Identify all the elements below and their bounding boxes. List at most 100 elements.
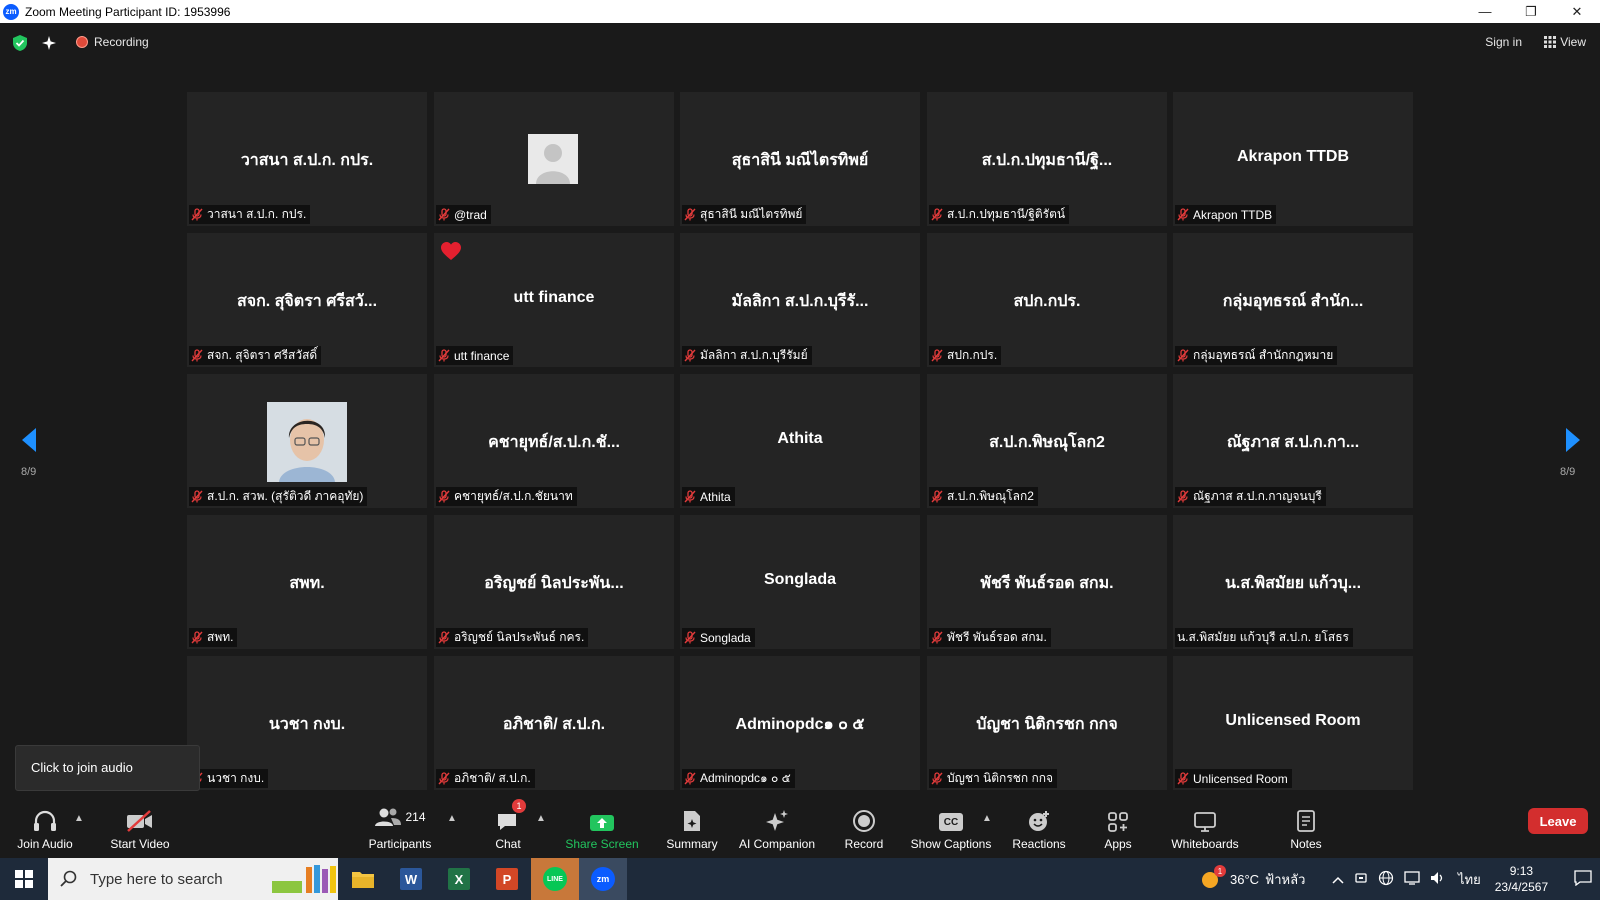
chat-icon: 1 xyxy=(495,799,526,833)
participant-tile[interactable]: Akrapon TTDB Akrapon TTDB xyxy=(1173,92,1413,226)
microphone-muted-icon xyxy=(438,631,450,644)
participant-display-name: สุธาสินี มณีไตรทิพย์ xyxy=(731,152,869,169)
participant-tile[interactable]: สุธาสินี มณีไตรทิพย์ สุธาสินี มณีไตรทิพย์ xyxy=(680,92,920,226)
clock[interactable]: 9:13 23/4/2567 xyxy=(1495,863,1548,895)
participant-tile[interactable]: ส.ป.ก.ปทุมธานี/ฐิ... ส.ป.ก.ปทุมธานี/ฐิติร… xyxy=(927,92,1167,226)
participant-name: สุธาสินี มณีไตรทิพย์ xyxy=(700,207,803,221)
summary-button[interactable]: Summary xyxy=(662,799,722,858)
windows-start-button[interactable] xyxy=(0,858,48,900)
chat-options-caret-icon[interactable]: ▲ xyxy=(536,813,546,824)
recording-label: Recording xyxy=(94,35,149,49)
microphone-muted-icon xyxy=(191,490,203,503)
microphone-muted-icon xyxy=(684,772,696,785)
close-button[interactable]: ✕ xyxy=(1554,0,1600,23)
participant-tile[interactable]: นวชา กงบ. นวชา กงบ. xyxy=(187,656,427,790)
show-captions-button[interactable]: CC Show Captions xyxy=(909,799,993,858)
captions-options-caret-icon[interactable]: ▲ xyxy=(982,813,992,824)
notifications-icon[interactable] xyxy=(1574,869,1592,889)
recording-indicator[interactable]: Recording xyxy=(76,35,149,49)
page-indicator-right: 8/9 xyxy=(1560,466,1576,478)
sign-in-button[interactable]: Sign in xyxy=(1485,35,1522,49)
minimize-button[interactable]: — xyxy=(1462,0,1508,23)
volume-icon[interactable] xyxy=(1430,871,1446,888)
line-icon: LINE xyxy=(543,867,567,891)
participant-tile[interactable]: @trad xyxy=(434,92,674,226)
reactions-button[interactable]: Reactions xyxy=(1010,799,1068,858)
participant-name-label: สพท. xyxy=(189,628,238,647)
participant-name-label: อภิชาติ/ ส.ป.ก. xyxy=(436,769,535,788)
word-app[interactable]: W xyxy=(387,858,435,900)
participant-tile[interactable]: วาสนา ส.ป.ก. กปร. วาสนา ส.ป.ก. กปร. xyxy=(187,92,427,226)
participant-name: ส.ป.ก.พิษณุโลก2 xyxy=(947,489,1034,503)
summary-label: Summary xyxy=(666,837,718,851)
ai-companion-button[interactable]: AI Companion xyxy=(736,799,818,858)
zoom-app[interactable]: zm xyxy=(579,858,627,900)
participant-tile[interactable]: บัญชา นิติกรชก กกจ บัญชา นิติกรชก กกจ xyxy=(927,656,1167,790)
input-language[interactable]: ไทย xyxy=(1458,869,1481,890)
show-hidden-icons-chevron-icon[interactable] xyxy=(1332,872,1344,887)
apps-button[interactable]: Apps xyxy=(1098,799,1138,858)
participant-name-label: Adminopdc๑ ๐ ๕ xyxy=(682,769,795,788)
whiteboards-button[interactable]: Whiteboards xyxy=(1166,799,1244,858)
participant-tile[interactable]: สพท. สพท. xyxy=(187,515,427,649)
search-placeholder: Type here to search xyxy=(90,870,223,888)
participant-tile[interactable]: พัชรี พันธ์รอด สกม. พัชรี พันธ์รอด สกม. xyxy=(927,515,1167,649)
participant-tile[interactable]: ณัฐภาส ส.ป.ก.กา... ณัฐภาส ส.ป.ก.กาญจนบุรี xyxy=(1173,374,1413,508)
participant-tile[interactable]: Adminopdc๑ ๐ ๕ Adminopdc๑ ๐ ๕ xyxy=(680,656,920,790)
participant-tile[interactable]: อริญชย์ นิลประพัน... อริญชย์ นิลประพันธ์ … xyxy=(434,515,674,649)
usb-device-icon[interactable] xyxy=(1354,871,1368,888)
record-button[interactable]: Record xyxy=(841,799,887,858)
excel-app[interactable]: X xyxy=(435,858,483,900)
security-shield-icon[interactable] xyxy=(11,34,29,52)
page-indicator-left: 8/9 xyxy=(21,466,37,478)
participant-tile[interactable]: ส.ป.ก. สวพ. (สุรัติวดี ภาคอุทัย) xyxy=(187,374,427,508)
start-video-button[interactable]: Start Video xyxy=(105,799,175,858)
participant-tile[interactable]: อภิชาติ/ ส.ป.ก. อภิชาติ/ ส.ป.ก. xyxy=(434,656,674,790)
word-icon: W xyxy=(400,868,422,890)
weather-desc: ฟ้าหลัว xyxy=(1265,871,1306,887)
weather-widget[interactable]: 1 36°C ฟ้าหลัว xyxy=(1200,858,1305,900)
participant-name: Songlada xyxy=(700,630,751,645)
captions-cc-badge: CC xyxy=(939,813,963,831)
file-explorer-app[interactable] xyxy=(339,858,387,900)
participant-display-name: Athita xyxy=(777,430,823,447)
network-globe-icon[interactable] xyxy=(1378,870,1394,889)
restore-button[interactable]: ❐ xyxy=(1508,0,1554,23)
participant-name: อริญชย์ นิลประพันธ์ กคร. xyxy=(454,630,585,644)
participants-count: 214 xyxy=(405,810,426,824)
notes-button[interactable]: Notes xyxy=(1286,799,1326,858)
participant-name-label: พัชรี พันธ์รอด สกม. xyxy=(929,628,1051,647)
participant-tile[interactable]: สจก. สุจิตรา ศรีสวั... สจก. สุจิตรา ศรีสว… xyxy=(187,233,427,367)
headphones-icon xyxy=(32,801,58,833)
ai-companion-icon xyxy=(764,801,790,833)
participant-tile[interactable]: Athita Athita xyxy=(680,374,920,508)
participant-tile[interactable]: Songlada Songlada xyxy=(680,515,920,649)
participant-tile[interactable]: คชายุทธ์/ส.ป.ก.ชั... คชายุทธ์/ส.ป.ก.ชัยนา… xyxy=(434,374,674,508)
participant-name: Akrapon TTDB xyxy=(1193,207,1273,222)
taskbar-search-box[interactable]: Type here to search xyxy=(48,858,338,900)
participants-options-caret-icon[interactable]: ▲ xyxy=(447,813,457,824)
participant-display-name: Songlada xyxy=(763,571,836,588)
powerpoint-app[interactable]: P xyxy=(483,858,531,900)
windows-taskbar: Type here to search W X P LINE zm 1 36°C… xyxy=(0,858,1600,900)
share-screen-button[interactable]: Share Screen xyxy=(565,799,639,858)
participant-tile[interactable]: กลุ่มอุทธรณ์ สำนัก... กลุ่มอุทธรณ์ สำนักก… xyxy=(1173,233,1413,367)
join-audio-button[interactable]: Join Audio xyxy=(13,799,77,858)
view-button[interactable]: View xyxy=(1544,35,1586,49)
participant-tile[interactable]: Unlicensed Room Unlicensed Room xyxy=(1173,656,1413,790)
line-app[interactable]: LINE xyxy=(531,858,579,900)
participant-name: ส.ป.ก.ปทุมธานี/ฐิติรัตน์ xyxy=(947,207,1066,221)
participant-tile[interactable]: utt finance utt finance xyxy=(434,233,674,367)
participant-tile[interactable]: ส.ป.ก.พิษณุโลก2 ส.ป.ก.พิษณุโลก2 xyxy=(927,374,1167,508)
chat-button[interactable]: 1 Chat xyxy=(486,799,530,858)
leave-button[interactable]: Leave xyxy=(1528,808,1588,834)
display-icon[interactable] xyxy=(1404,870,1420,888)
participant-tile[interactable]: น.ส.พิสมัยย แก้วบุ... น.ส.พิสมัยย แก้วบุร… xyxy=(1173,515,1413,649)
audio-options-caret-icon[interactable]: ▲ xyxy=(74,813,84,824)
participant-name: สปก.กปร. xyxy=(947,348,998,362)
sparkle-icon[interactable] xyxy=(40,34,58,52)
participant-tile[interactable]: มัลลิกา ส.ป.ก.บุรีรั... มัลลิกา ส.ป.ก.บุร… xyxy=(680,233,920,367)
participant-name: @trad xyxy=(454,207,487,222)
participants-button[interactable]: 214 Participants xyxy=(360,799,440,858)
participant-tile[interactable]: สปก.กปร. สปก.กปร. xyxy=(927,233,1167,367)
